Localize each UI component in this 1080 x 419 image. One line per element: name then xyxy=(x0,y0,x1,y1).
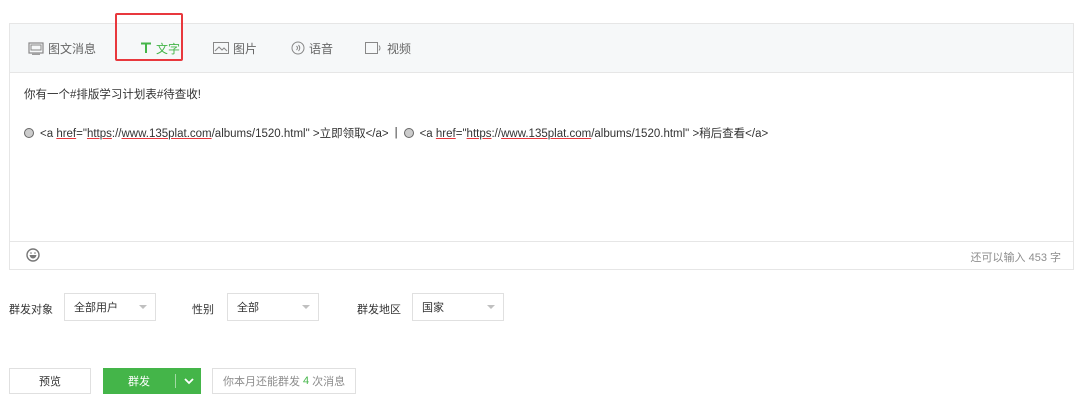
quota-post: 次消息 xyxy=(312,376,346,388)
action-row: 预览 群发 你本月还能群发 4 次消息 xyxy=(0,368,1080,394)
gender-select[interactable]: 全部 xyxy=(227,293,319,321)
target-select-value: 全部用户 xyxy=(74,302,118,314)
video-icon xyxy=(365,42,383,54)
tab-voice[interactable]: 语音 xyxy=(291,24,333,72)
region-select-value: 国家 xyxy=(422,302,444,314)
link-separator: | xyxy=(394,127,398,139)
tab-voice-label: 语音 xyxy=(309,41,334,56)
send-button[interactable]: 群发 xyxy=(103,368,201,394)
quota-pre: 你本月还能群发 xyxy=(223,376,300,388)
message-line-2: <a href="https://www.135plat.com/albums/… xyxy=(24,125,768,141)
message-line-1: 你有一个#排版学习计划表#待查收! xyxy=(24,89,201,101)
target-select[interactable]: 全部用户 xyxy=(64,293,156,321)
region-label: 群发地区 xyxy=(357,304,401,316)
target-label: 群发对象 xyxy=(9,304,53,316)
emoji-icon[interactable] xyxy=(26,248,40,262)
radio-icon xyxy=(24,128,34,138)
voice-icon xyxy=(291,41,305,55)
tab-image[interactable]: 图片 xyxy=(213,24,257,72)
filter-row: 群发对象 全部用户 性别 全部 群发地区 国家 xyxy=(0,293,1080,323)
tab-news-label: 图文消息 xyxy=(48,41,97,56)
chevron-down-icon xyxy=(139,305,147,309)
tab-video-label: 视频 xyxy=(387,41,412,56)
tab-text-label: 文字 xyxy=(156,41,181,56)
chevron-down-icon xyxy=(302,305,310,309)
chevron-down-icon[interactable] xyxy=(176,377,201,385)
editor-footer: 还可以输入 453 字 xyxy=(10,241,1073,269)
send-button-label: 群发 xyxy=(128,376,150,388)
preview-button[interactable]: 预览 xyxy=(9,368,91,394)
quota-num: 4 xyxy=(303,375,310,387)
radio-icon xyxy=(403,128,414,138)
news-icon xyxy=(28,41,44,55)
char-count: 还可以输入 453 字 xyxy=(970,252,1061,264)
gender-label: 性别 xyxy=(192,304,214,316)
chevron-down-icon xyxy=(487,305,495,309)
tab-text[interactable]: 文字 xyxy=(140,24,180,72)
tab-video[interactable]: 视频 xyxy=(365,24,411,72)
gender-select-value: 全部 xyxy=(237,302,259,314)
link1-text: <a href="https://www.135plat.com/albums/… xyxy=(40,128,389,140)
text-icon xyxy=(140,42,152,54)
quota-notice: 你本月还能群发 4 次消息 xyxy=(212,368,357,394)
tab-image-label: 图片 xyxy=(233,41,258,56)
image-icon xyxy=(213,42,229,54)
message-editor: 图文消息 文字 图片 语音 视频 你有一个#排版学习计划表#待查收! <a hr… xyxy=(9,23,1074,270)
tab-news[interactable]: 图文消息 xyxy=(28,24,96,72)
link2-text: <a href="https://www.135plat.com/albums/… xyxy=(419,128,769,140)
message-type-tabs: 图文消息 文字 图片 语音 视频 xyxy=(10,24,1073,73)
region-select[interactable]: 国家 xyxy=(412,293,504,321)
